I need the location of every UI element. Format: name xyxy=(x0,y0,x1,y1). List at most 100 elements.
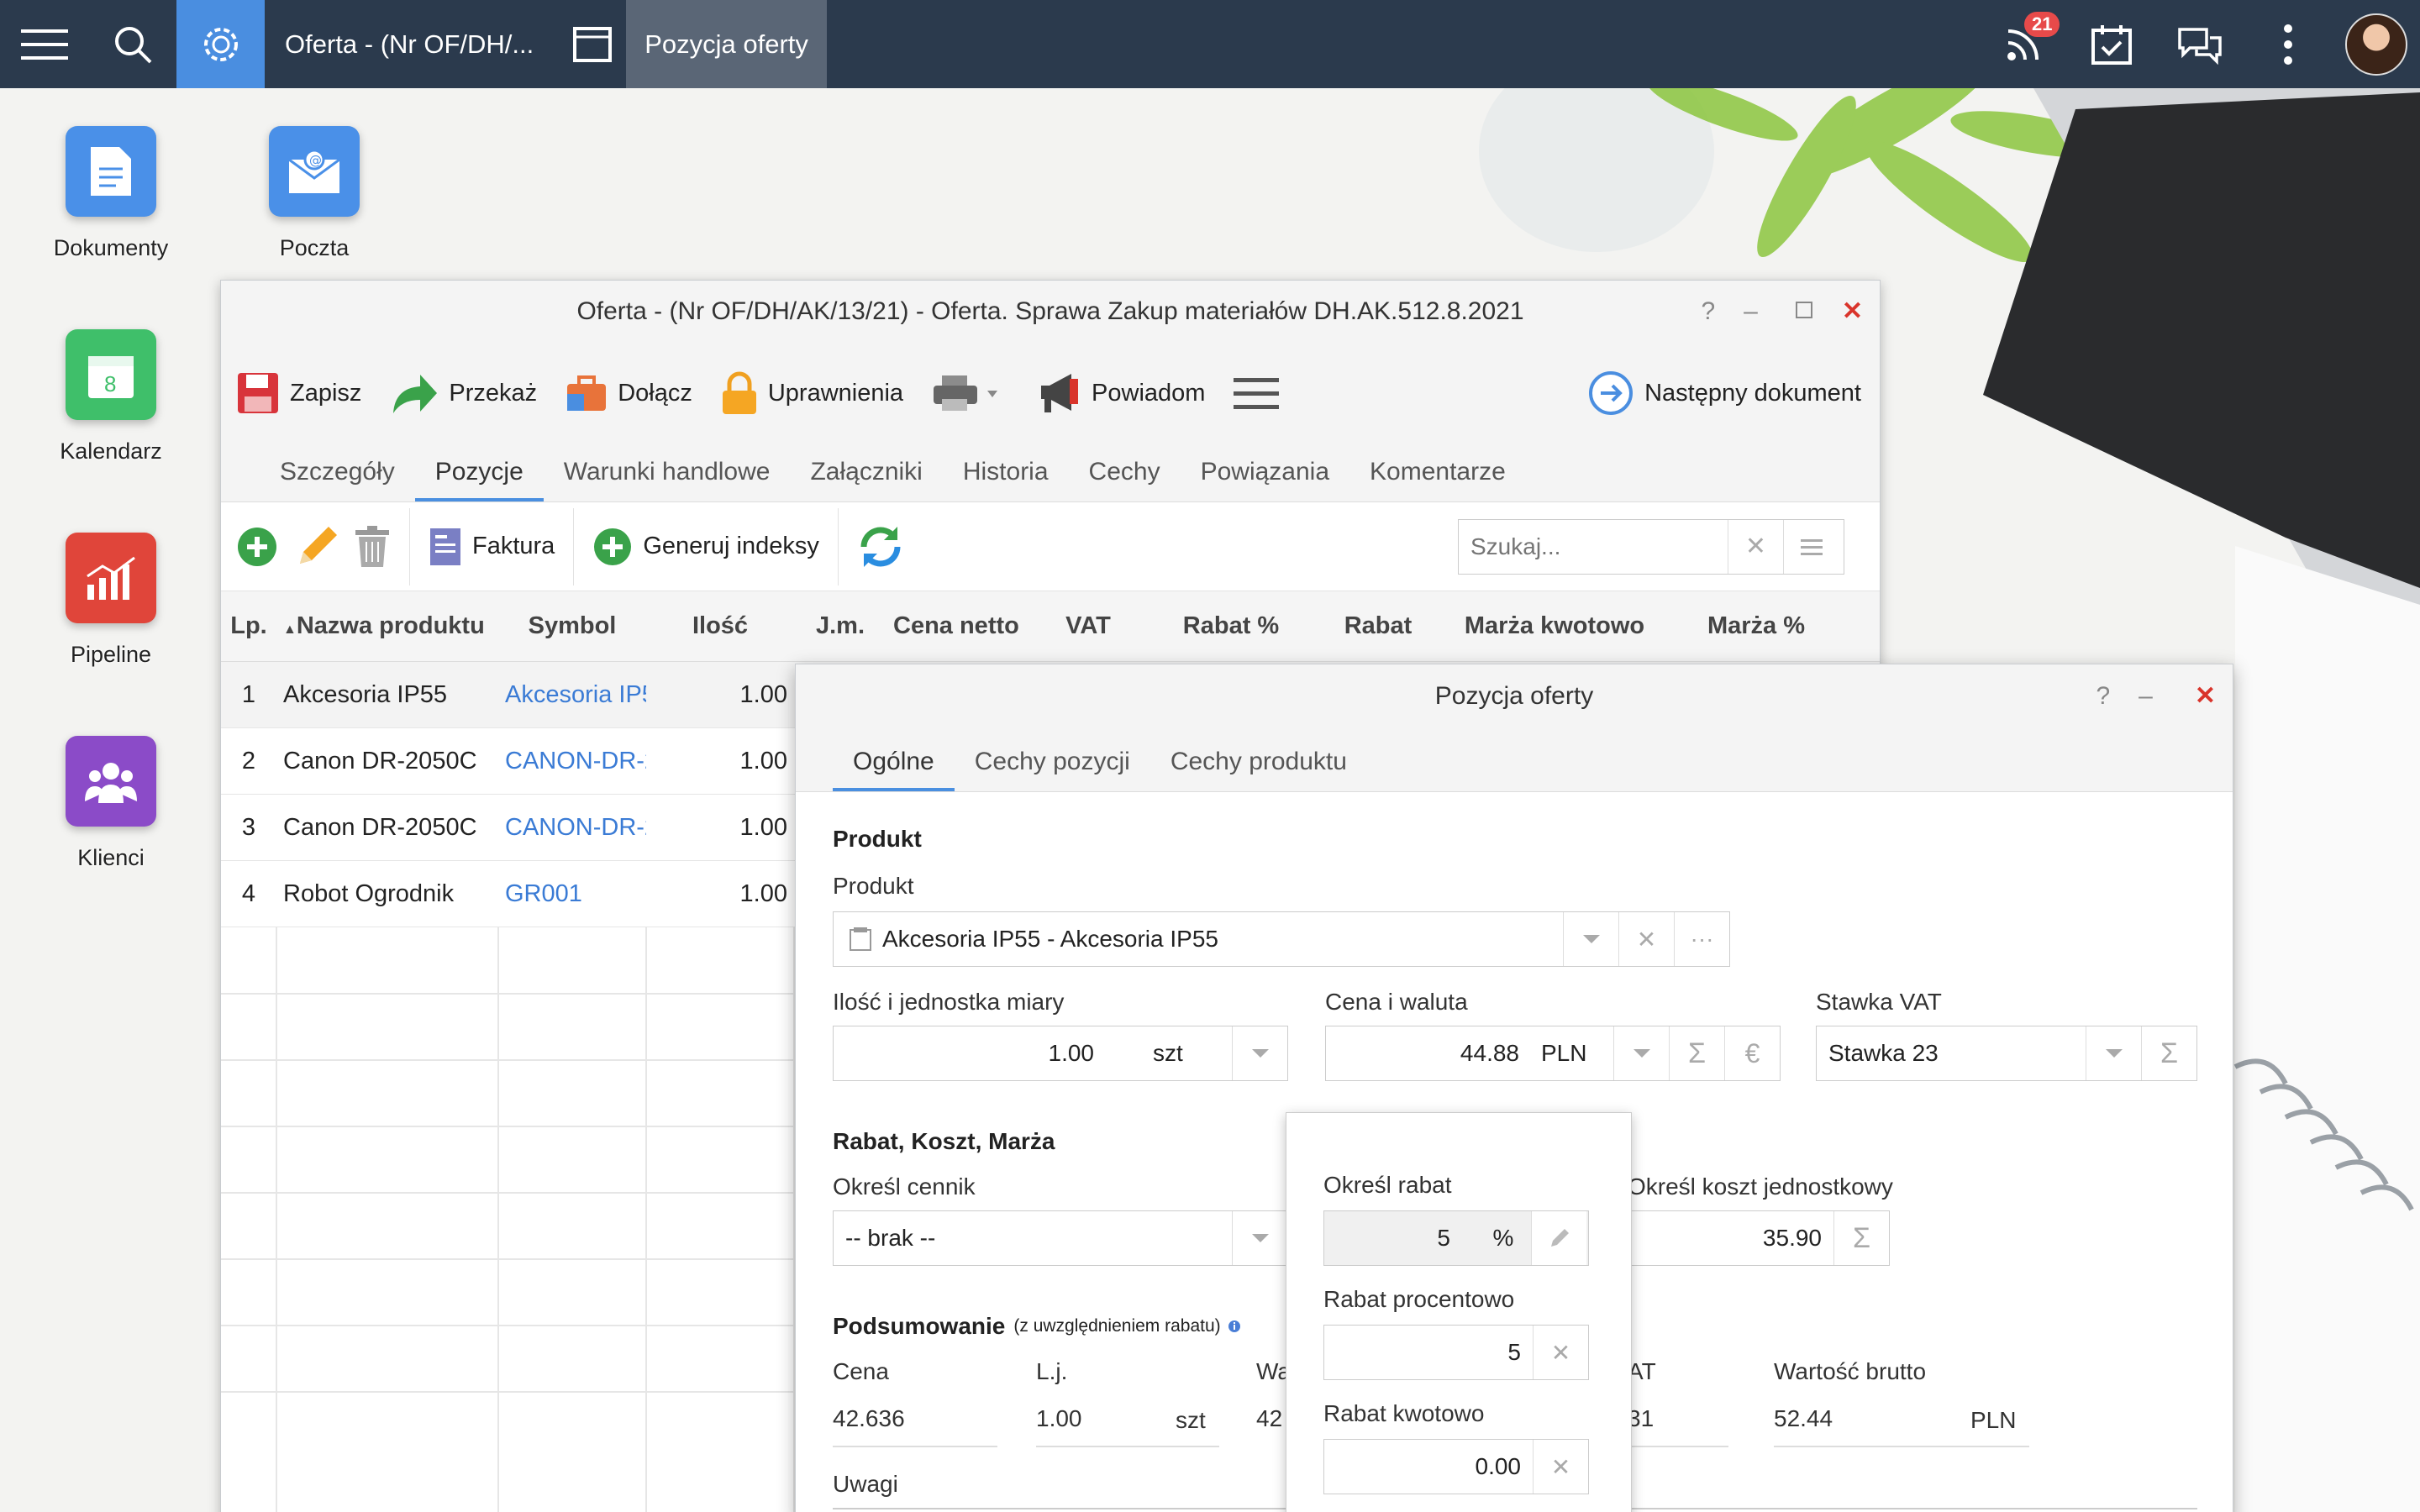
col-discount-pct[interactable]: Rabat % xyxy=(1155,612,1307,640)
tab-relations[interactable]: Powiązania xyxy=(1181,458,1349,501)
tasks-button[interactable] xyxy=(2067,0,2155,88)
desktop-icon-pipeline[interactable]: Pipeline xyxy=(27,533,195,668)
currency-button[interactable]: € xyxy=(1724,1026,1780,1080)
desktop-icon-clients[interactable]: Klienci xyxy=(27,736,195,871)
forward-button[interactable]: Przekaż xyxy=(390,371,537,415)
add-icon[interactable] xyxy=(236,526,278,568)
vat-dropdown-button[interactable] xyxy=(2086,1026,2141,1080)
help-button[interactable]: ? xyxy=(2096,664,2110,728)
calendar-day: 8 xyxy=(104,371,116,396)
user-avatar-button[interactable] xyxy=(2332,0,2420,88)
price-field[interactable]: 44.88 PLN Σ € xyxy=(1325,1026,1781,1081)
vat-select[interactable]: Stawka 23 Σ xyxy=(1816,1026,2197,1081)
cell-lp: 4 xyxy=(241,879,256,907)
active-tab[interactable]: Pozycja oferty xyxy=(626,0,827,88)
clear-search-button[interactable]: ✕ xyxy=(1728,519,1783,574)
cost-field[interactable]: 35.90 Σ xyxy=(1628,1210,1890,1266)
tab-position-features[interactable]: Cechy pozycji xyxy=(955,748,1150,791)
tab-general[interactable]: Ogólne xyxy=(833,748,955,791)
save-button[interactable]: Zapisz xyxy=(236,371,361,415)
discount-field[interactable]: 5 % xyxy=(1323,1210,1589,1266)
generate-indexes-button[interactable]: Generuj indeksy xyxy=(592,527,819,567)
more-menu-button[interactable] xyxy=(2244,0,2332,88)
tab-comments[interactable]: Komentarze xyxy=(1349,458,1526,501)
print-button[interactable] xyxy=(932,374,1009,412)
col-margin-amount[interactable]: Marża kwotowo xyxy=(1449,612,1660,640)
currency-dropdown-button[interactable] xyxy=(1613,1026,1669,1080)
col-unit[interactable]: J.m. xyxy=(794,612,886,640)
settings-app-button[interactable] xyxy=(176,0,265,88)
col-vat[interactable]: VAT xyxy=(1021,612,1155,640)
trash-icon[interactable] xyxy=(354,525,391,569)
product-more-button[interactable]: ··· xyxy=(1674,912,1729,966)
minimize-button[interactable]: – xyxy=(2139,664,2153,728)
hamburger-menu-button[interactable] xyxy=(0,0,88,88)
col-margin-pct[interactable]: Marża % xyxy=(1660,612,1853,640)
permissions-button[interactable]: Uprawnienia xyxy=(721,370,903,416)
maximize-button[interactable] xyxy=(1795,281,1813,343)
notifications-button[interactable]: 21 xyxy=(1979,0,2067,88)
edit-discount-button[interactable] xyxy=(1531,1211,1586,1265)
tab-details[interactable]: Szczegóły xyxy=(260,458,415,501)
desktop-icon-documents[interactable]: Dokumenty xyxy=(27,126,195,261)
col-net-price[interactable]: Cena netto xyxy=(886,612,1021,640)
col-qty[interactable]: Ilość xyxy=(646,612,794,640)
underline xyxy=(1628,1446,1728,1447)
price-sum-button[interactable]: Σ xyxy=(1669,1026,1724,1080)
window-title-tab[interactable]: Oferta - (Nr OF/DH/... xyxy=(265,29,559,60)
help-button[interactable]: ? xyxy=(1701,281,1715,343)
percent-field[interactable]: 5 ✕ xyxy=(1323,1325,1589,1380)
cost-sum-button[interactable]: Σ xyxy=(1833,1211,1889,1265)
invoice-button[interactable]: Faktura xyxy=(429,527,555,567)
clear-amount-button[interactable]: ✕ xyxy=(1533,1440,1588,1494)
tab-features[interactable]: Cechy xyxy=(1069,458,1181,501)
cell-symbol[interactable]: Akcesoria IP55 xyxy=(498,681,646,709)
product-select[interactable]: Akcesoria IP55 - Akcesoria IP55 ✕ ··· xyxy=(833,911,1730,967)
refresh-icon[interactable] xyxy=(857,523,904,570)
tab-product-features[interactable]: Cechy produktu xyxy=(1150,748,1367,791)
lock-icon xyxy=(722,371,756,414)
next-document-button[interactable]: Następny dokument xyxy=(1587,370,1861,417)
amount-field[interactable]: 0.00 ✕ xyxy=(1323,1439,1589,1494)
search-options-button[interactable] xyxy=(1783,519,1839,574)
cell-symbol[interactable]: GR001 xyxy=(498,880,646,908)
desktop-icon-calendar[interactable]: 8 Kalendarz xyxy=(27,329,195,465)
pricelist-select[interactable]: -- brak -- xyxy=(833,1210,1288,1266)
qty-field[interactable]: 1.00 szt xyxy=(833,1026,1288,1081)
vat-label: Stawka VAT xyxy=(1816,989,1942,1015)
notify-button[interactable]: Powiadom xyxy=(1038,372,1205,414)
unit-dropdown-button[interactable] xyxy=(1232,1026,1287,1080)
cell-qty: 1.00 xyxy=(739,680,787,708)
col-lp[interactable]: Lp. xyxy=(221,612,276,640)
col-discount[interactable]: Rabat xyxy=(1307,612,1449,640)
tab-trade-terms[interactable]: Warunki handlowe xyxy=(544,458,791,501)
info-icon[interactable] xyxy=(1228,1320,1241,1333)
attach-button[interactable]: Dołącz xyxy=(566,374,692,412)
vat-sum-button[interactable]: Σ xyxy=(2141,1026,2196,1080)
search-button[interactable] xyxy=(88,0,176,88)
clear-percent-button[interactable]: ✕ xyxy=(1533,1326,1588,1379)
pencil-icon[interactable] xyxy=(293,523,340,570)
tab-attachments[interactable]: Załączniki xyxy=(790,458,942,501)
forward-label: Przekaż xyxy=(449,379,538,407)
product-clear-button[interactable]: ✕ xyxy=(1618,912,1674,966)
col-symbol[interactable]: Symbol xyxy=(498,612,646,640)
window-switch-button[interactable] xyxy=(559,0,626,88)
more-actions-button[interactable] xyxy=(1234,376,1289,410)
search-input[interactable] xyxy=(1459,533,1728,560)
discount-unit[interactable]: % xyxy=(1476,1225,1531,1252)
col-name[interactable]: ▲Nazwa produktu xyxy=(276,612,498,640)
desktop-icon-mail[interactable]: @ Poczta xyxy=(230,126,398,261)
window-icon xyxy=(573,26,613,62)
product-label: Produkt xyxy=(833,873,914,899)
product-dropdown-button[interactable] xyxy=(1563,912,1618,966)
minimize-button[interactable]: – xyxy=(1744,281,1758,343)
tab-history[interactable]: Historia xyxy=(943,458,1069,501)
close-button[interactable]: ✕ xyxy=(2195,664,2216,728)
chat-button[interactable] xyxy=(2155,0,2244,88)
tab-positions[interactable]: Pozycje xyxy=(414,458,544,501)
cell-symbol[interactable]: CANON-DR-2050C xyxy=(498,814,646,842)
close-button[interactable]: ✕ xyxy=(1842,281,1863,343)
cell-symbol[interactable]: CANON-DR-2050C xyxy=(498,748,646,775)
pricelist-dropdown-button[interactable] xyxy=(1232,1211,1287,1265)
